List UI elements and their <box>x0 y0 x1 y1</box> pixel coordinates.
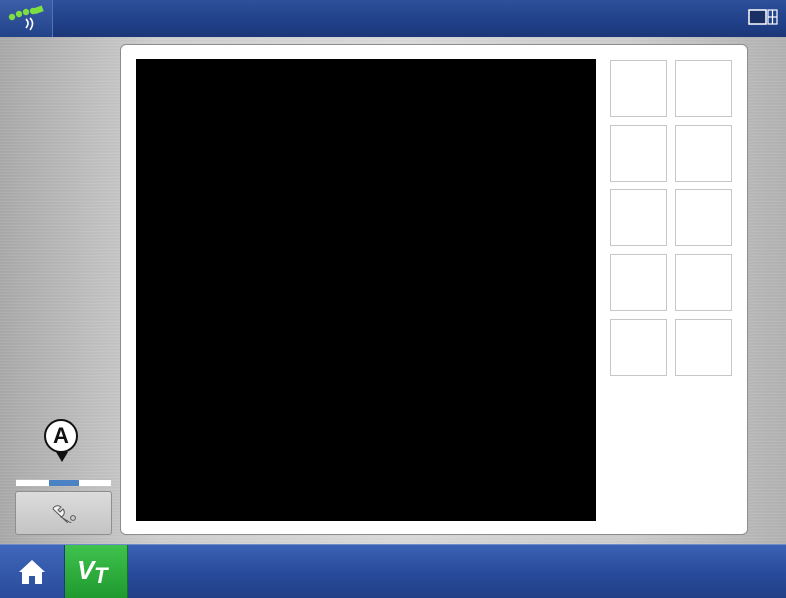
vt-panel <box>120 44 748 535</box>
gps-status-button[interactable] <box>0 0 53 37</box>
callout-a: A <box>44 419 78 453</box>
wrench-icon <box>52 505 76 523</box>
soft-key-5[interactable] <box>610 189 667 246</box>
soft-key-10[interactable] <box>675 319 732 376</box>
bottom-nav-bar: V T <box>0 544 786 598</box>
soft-key-2[interactable] <box>675 60 732 117</box>
soft-key-3[interactable] <box>610 125 667 182</box>
soft-key-1[interactable] <box>610 60 667 117</box>
soft-key-4[interactable] <box>675 125 732 182</box>
screen-toggle-icon[interactable] <box>748 9 778 27</box>
home-icon <box>19 560 45 584</box>
soft-key-8[interactable] <box>675 254 732 311</box>
home-button[interactable] <box>0 545 65 598</box>
gps-signal-icon <box>8 5 44 31</box>
soft-key-7[interactable] <box>610 254 667 311</box>
virtual-terminal-button[interactable]: V T <box>65 545 128 598</box>
page-indicator-active <box>49 480 79 486</box>
soft-key-9[interactable] <box>610 319 667 376</box>
virtual-terminal-display[interactable] <box>136 59 596 521</box>
top-status-bar <box>0 0 786 38</box>
page-indicator[interactable] <box>16 479 111 486</box>
callout-pointer <box>56 452 68 462</box>
tools-button[interactable] <box>15 491 112 535</box>
soft-key-6[interactable] <box>675 189 732 246</box>
vt-label-t: T <box>94 563 108 588</box>
vt-label-v: V <box>77 555 95 585</box>
